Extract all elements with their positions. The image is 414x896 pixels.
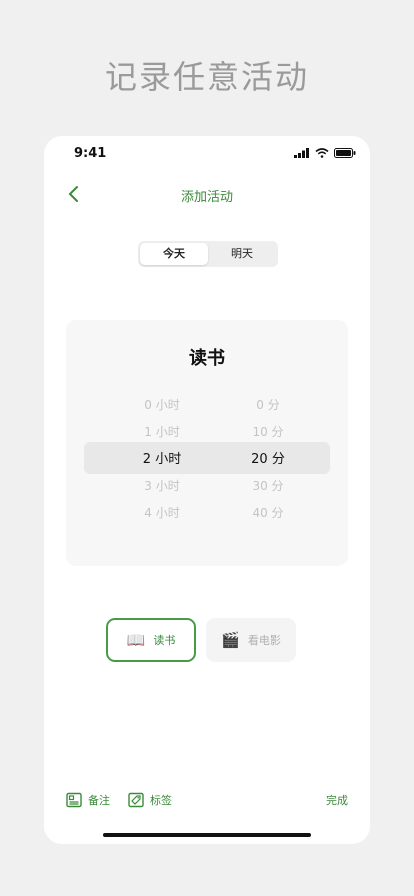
phone-frame: 9:41 添加活动 今天 明天 读书 0 小时 1 小时 2 小时 3 小时 4… <box>44 136 370 844</box>
notes-icon <box>66 792 82 808</box>
status-icons <box>294 148 356 158</box>
hours-option-selected[interactable]: 2 小时 <box>102 446 222 473</box>
chip-label: 读书 <box>153 634 176 647</box>
status-bar: 9:41 <box>44 136 370 172</box>
minutes-picker[interactable]: 0 分 10 分 20 分 30 分 40 分 <box>208 392 328 527</box>
hours-option[interactable]: 1 小时 <box>102 419 222 446</box>
activity-chip-movie[interactable]: 🎬 看电影 <box>206 618 296 662</box>
minutes-option[interactable]: 30 分 <box>208 473 328 500</box>
headline: 记录任意活动 <box>104 58 309 96</box>
hours-option[interactable]: 3 小时 <box>102 473 222 500</box>
tags-button[interactable]: 标签 <box>128 792 172 808</box>
battery-icon <box>334 148 356 158</box>
day-option-tomorrow[interactable]: 明天 <box>208 243 276 265</box>
chip-label: 看电影 <box>247 634 281 647</box>
day-option-today[interactable]: 今天 <box>140 243 208 265</box>
book-icon: 📖 <box>126 631 146 649</box>
nav-bar: 添加活动 <box>44 180 370 208</box>
minutes-option[interactable]: 0 分 <box>208 392 328 419</box>
minutes-option[interactable]: 40 分 <box>208 500 328 527</box>
done-button[interactable]: 完成 <box>326 792 348 808</box>
home-indicator <box>103 833 311 837</box>
tags-label: 标签 <box>150 794 172 807</box>
activity-title: 读书 <box>189 348 225 369</box>
activity-card: 读书 0 小时 1 小时 2 小时 3 小时 4 小时 0 分 10 分 20 … <box>66 320 348 566</box>
notes-button[interactable]: 备注 <box>66 792 110 808</box>
activity-chip-reading[interactable]: 📖 读书 <box>106 618 196 662</box>
status-time: 9:41 <box>74 146 107 161</box>
signal-icon <box>294 148 309 158</box>
activity-chips: 📖 读书 🎬 看电影 <box>106 618 296 662</box>
clapperboard-icon: 🎬 <box>221 631 240 649</box>
notes-label: 备注 <box>88 794 110 807</box>
hours-option[interactable]: 4 小时 <box>102 500 222 527</box>
hours-picker[interactable]: 0 小时 1 小时 2 小时 3 小时 4 小时 <box>102 392 222 527</box>
minutes-option[interactable]: 10 分 <box>208 419 328 446</box>
wifi-icon <box>315 148 329 158</box>
minutes-option-selected[interactable]: 20 分 <box>208 446 328 473</box>
page-title: 添加活动 <box>180 190 233 205</box>
tag-icon <box>128 792 144 808</box>
hours-option[interactable]: 0 小时 <box>102 392 222 419</box>
day-toggle: 今天 明天 <box>138 241 278 267</box>
bottom-bar: 备注 标签 完成 <box>44 790 370 814</box>
